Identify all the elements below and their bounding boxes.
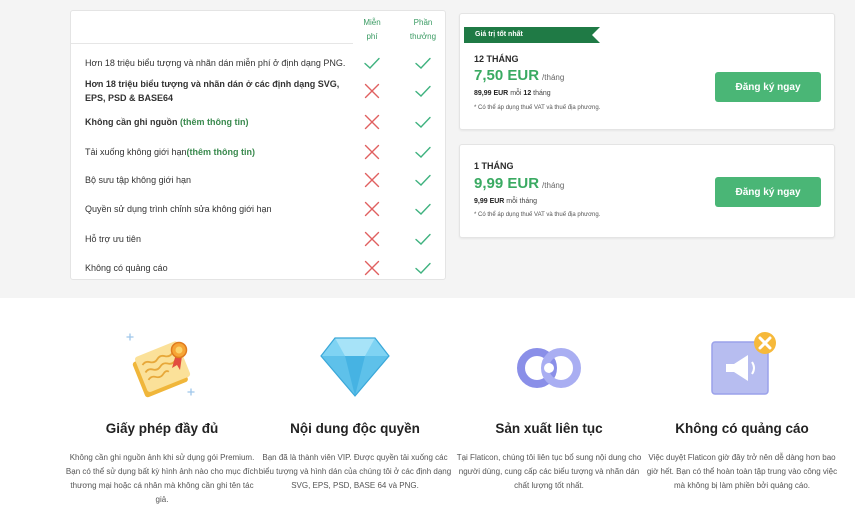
plan-period: 12 THÁNG <box>474 54 519 64</box>
feature-title: Nội dung độc quyền <box>290 421 420 436</box>
column-header-premium: Phần thưởng <box>409 18 437 41</box>
pricing-section: Miễn phí Phần thưởng Hơn 18 triệu biểu t… <box>0 0 855 298</box>
cross-icon <box>364 144 380 160</box>
check-icon <box>415 174 431 186</box>
diamond-icon <box>320 337 390 397</box>
features-section: Giấy phép đầy đủ Không cần ghi nguồn ảnh… <box>0 298 855 523</box>
feature-continuous-production: Sản xuất liên tục Tại Flaticon, chúng tô… <box>446 298 652 523</box>
billing-info: 9,99 EUR mỗi tháng <box>474 198 537 205</box>
price-unit: /tháng <box>542 181 565 190</box>
table-row: Không cần ghi nguồn (thêm thông tin) <box>71 108 447 136</box>
price-value: 9,99 EUR <box>474 175 540 192</box>
table-row: Hơn 18 triệu biểu tượng và nhãn dán ở cá… <box>71 74 447 108</box>
plan-card-12-months: Giá trị tốt nhất 12 THÁNG 7,50 EUR/tháng… <box>459 13 835 130</box>
no-ads-megaphone-icon <box>711 332 776 395</box>
table-divider <box>71 43 353 44</box>
feature-label: Không cần ghi nguồn (thêm thông tin) <box>85 108 347 136</box>
table-row: Hỗ trợ ưu tiên <box>71 225 447 253</box>
feature-label: Hơn 18 triệu biểu tượng và nhãn dán ở cá… <box>85 74 347 108</box>
feature-description: Việc duyệt Flaticon giờ đây trở nên dễ d… <box>646 453 838 490</box>
check-icon <box>415 146 431 158</box>
column-header-free: Miễn phí <box>363 18 381 41</box>
feature-text: Hỗ trợ ưu tiên <box>85 234 141 244</box>
feature-label: Không có quảng cáo <box>85 254 347 282</box>
feature-text: Hơn 18 triệu biểu tượng và nhãn dán ở cá… <box>85 79 340 103</box>
feature-label-text: Tải xuống không giới hạn(thêm thông tin) <box>85 145 255 159</box>
feature-description: Tại Flaticon, chúng tôi liên tục bổ sung… <box>456 453 642 490</box>
cross-icon <box>364 231 380 247</box>
check-icon <box>415 85 431 97</box>
comparison-table: Miễn phí Phần thưởng Hơn 18 triệu biểu t… <box>70 10 446 280</box>
feature-text: Bộ sưu tập không giới hạn <box>85 175 191 185</box>
feature-text: Hơn 18 triệu biểu tượng và nhãn dán miễn… <box>85 58 346 68</box>
plan-card-1-month: 1 THÁNG 9,99 EUR/tháng 9,99 EUR mỗi thán… <box>459 144 835 238</box>
license-certificate-icon <box>126 333 195 398</box>
billed-amount: 89,99 EUR <box>474 90 509 97</box>
best-value-ribbon: Giá trị tốt nhất <box>464 27 600 43</box>
feature-description: Bạn đã là thành viên VIP. Được quyền tải… <box>258 453 452 490</box>
subscribe-12-months-button[interactable]: Đăng ký ngay <box>715 72 821 102</box>
check-icon <box>364 57 380 69</box>
cross-icon <box>364 201 380 217</box>
check-icon <box>415 233 431 245</box>
table-row: Không có quảng cáo <box>71 254 447 282</box>
feature-full-license: Giấy phép đầy đủ Không cần ghi nguồn ảnh… <box>59 298 265 523</box>
feature-label: Quyền sử dụng trình chỉnh sửa không giới… <box>85 195 347 223</box>
table-row: Quyền sử dụng trình chỉnh sửa không giới… <box>71 195 447 223</box>
vat-note: * Có thể áp dụng thuế VAT và thuế địa ph… <box>474 212 601 218</box>
feature-label-text: Không cần ghi nguồn (thêm thông tin) <box>85 115 248 129</box>
table-row: Bộ sưu tập không giới hạn <box>71 166 447 194</box>
subscribe-1-month-button[interactable]: Đăng ký ngay <box>715 177 821 207</box>
feature-text: Không có quảng cáo <box>85 263 168 273</box>
table-row: Tải xuống không giới hạn(thêm thông tin) <box>71 138 447 166</box>
plan-period: 1 THÁNG <box>474 161 514 171</box>
feature-label-text: Quyền sử dụng trình chỉnh sửa không giới… <box>85 202 272 216</box>
cross-icon <box>364 260 380 276</box>
cross-icon <box>364 114 380 130</box>
feature-exclusive-content: Nội dung độc quyền Bạn đã là thành viên … <box>252 298 458 523</box>
check-icon <box>415 262 431 274</box>
feature-label-text: Hơn 18 triệu biểu tượng và nhãn dán ở cá… <box>85 77 347 105</box>
billed-text: mỗi <box>508 90 524 97</box>
feature-title: Giấy phép đầy đủ <box>105 421 219 436</box>
feature-text: Quyền sử dụng trình chỉnh sửa không giới… <box>85 204 272 214</box>
feature-no-ads: Không có quảng cáo Việc duyệt Flaticon g… <box>639 298 845 523</box>
price-value: 7,50 EUR <box>474 67 540 84</box>
billed-amount: 9,99 EUR <box>474 198 505 205</box>
more-info-link[interactable]: (thêm thông tin) <box>186 147 254 157</box>
feature-label: Bộ sưu tập không giới hạn <box>85 166 347 194</box>
feature-title: Sản xuất liên tục <box>495 421 603 436</box>
feature-text: Không cần ghi nguồn <box>85 117 180 127</box>
billing-info: 89,99 EUR mỗi 12 tháng <box>474 90 551 97</box>
more-info-link[interactable]: (thêm thông tin) <box>180 117 248 127</box>
feature-label-text: Hơn 18 triệu biểu tượng và nhãn dán miễn… <box>85 56 345 70</box>
vat-note: * Có thể áp dụng thuế VAT và thuế địa ph… <box>474 105 601 111</box>
feature-label-text: Bộ sưu tập không giới hạn <box>85 173 191 187</box>
cross-icon <box>364 172 380 188</box>
feature-text: Tải xuống không giới hạn <box>85 147 187 157</box>
cross-icon <box>364 83 380 99</box>
check-icon <box>415 203 431 215</box>
feature-label-text: Hỗ trợ ưu tiên <box>85 232 141 246</box>
feature-label: Tải xuống không giới hạn(thêm thông tin) <box>85 138 347 166</box>
check-icon <box>415 116 431 128</box>
feature-description: Không cần ghi nguồn ảnh khi sử dụng gói … <box>65 453 259 504</box>
plan-price: 7,50 EUR/tháng <box>474 67 564 84</box>
plan-price: 9,99 EUR/tháng <box>474 175 564 192</box>
price-unit: /tháng <box>542 73 565 82</box>
check-icon <box>415 57 431 69</box>
feature-label-text: Không có quảng cáo <box>85 261 168 275</box>
feature-title: Không có quảng cáo <box>675 421 809 436</box>
feature-label: Hỗ trợ ưu tiên <box>85 225 347 253</box>
billed-text-end: tháng <box>531 90 551 97</box>
infinity-loop-icon <box>517 348 581 388</box>
billed-text: mỗi tháng <box>504 198 538 205</box>
